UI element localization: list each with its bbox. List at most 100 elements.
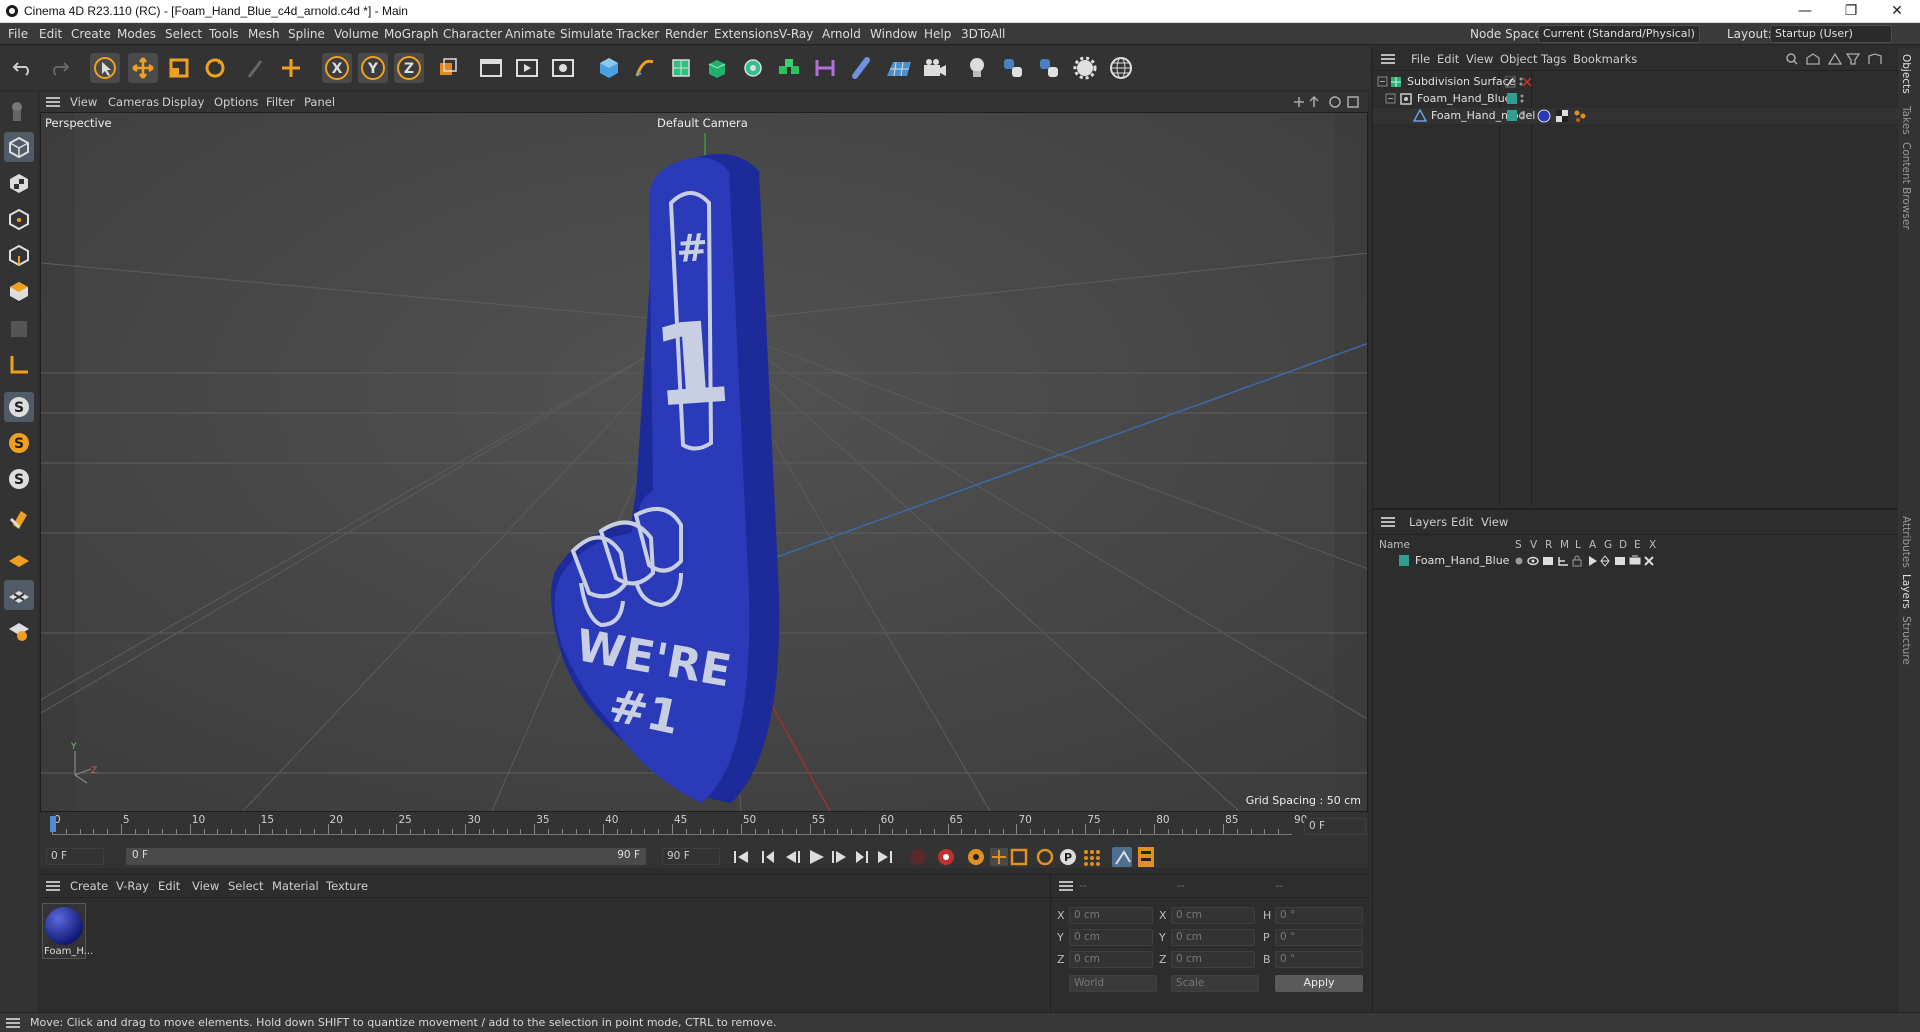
coord-pos-z-field[interactable]: 0 cm <box>1069 951 1153 968</box>
layer-color-icon[interactable] <box>1399 555 1409 566</box>
object-row-foam-hand-model[interactable]: Foam_Hand_model <box>1373 108 1899 124</box>
make-editable-icon[interactable] <box>4 96 34 126</box>
viewport-menu-panel[interactable]: Panel <box>304 95 335 109</box>
layer-menu-view[interactable]: View <box>1481 515 1508 529</box>
model-mode-icon[interactable] <box>4 132 34 162</box>
coord-rot-b-field[interactable]: 0 ° <box>1275 951 1363 968</box>
points-mode-icon[interactable] <box>4 204 34 234</box>
obj-menu-tags[interactable]: Tags <box>1541 52 1566 66</box>
apply-button[interactable]: Apply <box>1275 975 1363 992</box>
menu-render[interactable]: Render <box>665 27 708 41</box>
start-frame-field[interactable]: 0 F <box>46 848 104 865</box>
layer-menu-edit[interactable]: Edit <box>1451 515 1473 529</box>
menu-edit[interactable]: Edit <box>39 27 62 41</box>
cube-icon[interactable] <box>594 53 624 83</box>
python2-icon[interactable] <box>1034 53 1064 83</box>
material-menu-icon[interactable] <box>46 881 60 891</box>
camera-label[interactable]: Default Camera <box>657 116 748 130</box>
viewport-menu-view[interactable]: View <box>70 95 97 109</box>
obj-menu-object[interactable]: Object <box>1500 52 1537 66</box>
camera-icon[interactable] <box>920 53 950 83</box>
edges-mode-icon[interactable] <box>4 240 34 270</box>
layer-col-e[interactable]: E <box>1634 539 1641 551</box>
frame-range-slider[interactable]: 0 F 90 F <box>126 848 646 865</box>
live-select-icon[interactable] <box>240 53 270 83</box>
tab-takes[interactable]: Takes <box>1900 106 1912 135</box>
node-space-select[interactable]: Current (Standard/Physical) <box>1538 25 1700 43</box>
scale-icon[interactable] <box>164 53 194 83</box>
grid-floor-icon[interactable] <box>4 544 34 574</box>
coords-menu-icon[interactable] <box>1059 881 1073 891</box>
menu-extensions[interactable]: Extensions <box>714 27 779 41</box>
mat-menu-vray[interactable]: V-Ray <box>116 879 149 893</box>
render-region-icon[interactable] <box>476 53 506 83</box>
menu-window[interactable]: Window <box>870 27 917 41</box>
menu-help[interactable]: Help <box>924 27 951 41</box>
layer-col-name[interactable]: Name <box>1379 539 1410 551</box>
select-cursor-icon[interactable] <box>90 53 120 83</box>
gear-icon[interactable] <box>1070 53 1100 83</box>
subdivision-icon[interactable] <box>666 53 696 83</box>
layers-menu-icon[interactable] <box>1381 517 1395 527</box>
tab-layers[interactable]: Layers <box>1900 574 1912 609</box>
layer-col-d[interactable]: D <box>1619 539 1627 551</box>
mograph-icon[interactable] <box>774 53 804 83</box>
menu-select[interactable]: Select <box>165 27 202 41</box>
layer-col-s[interactable]: S <box>1515 539 1522 551</box>
undo-icon[interactable] <box>8 53 38 83</box>
current-frame-field[interactable]: 0 F <box>1304 818 1366 835</box>
menu-simulate[interactable]: Simulate <box>560 27 613 41</box>
cloner-icon[interactable] <box>738 53 768 83</box>
material-swatch[interactable]: Foam_H... <box>42 903 93 959</box>
mat-menu-create[interactable]: Create <box>70 879 108 893</box>
extrude-icon[interactable] <box>702 53 732 83</box>
snap-mode-icon[interactable]: S <box>4 464 34 494</box>
menu-vray[interactable]: V-Ray <box>779 27 813 41</box>
end-frame-field[interactable]: 90 F <box>662 848 720 865</box>
menu-mesh[interactable]: Mesh <box>248 27 280 41</box>
python-icon[interactable] <box>998 53 1028 83</box>
viewport-menu-options[interactable]: Options <box>214 95 258 109</box>
coord-pos-x-field[interactable]: 0 cm <box>1069 907 1153 924</box>
snap-settings-icon[interactable]: S <box>4 428 34 458</box>
layer-col-r[interactable]: R <box>1545 539 1552 551</box>
tab-structure[interactable]: Structure <box>1900 616 1912 665</box>
snap-icon[interactable]: S <box>4 392 34 422</box>
timeline-ruler[interactable]: 0 5 10 15 20 25 30 35 40 45 50 55 60 65 70 75 80 85 90 0 F <box>40 812 1368 846</box>
viewport-menu-display[interactable]: Display <box>162 95 204 109</box>
z-axis-lock-icon[interactable]: Z <box>394 53 424 83</box>
layer-menu-layers[interactable]: Layers <box>1409 515 1447 529</box>
obj-menu-view[interactable]: View <box>1466 52 1493 66</box>
layer-row[interactable]: Foam_Hand_Blue <box>1373 553 1899 569</box>
layout-select[interactable]: Startup (User) <box>1770 25 1892 43</box>
coord-space-select[interactable]: World <box>1069 975 1157 992</box>
globe-icon[interactable] <box>1106 53 1136 83</box>
render-view-icon[interactable] <box>512 53 542 83</box>
tab-content-browser[interactable]: Content Browser <box>1900 142 1912 230</box>
layer-col-a[interactable]: A <box>1589 539 1596 551</box>
checker-floor-icon[interactable] <box>4 580 34 610</box>
coordinate-system-icon[interactable] <box>432 53 462 83</box>
viewport-menu-icon[interactable] <box>46 97 60 107</box>
uv-mode-icon[interactable] <box>4 314 34 344</box>
tab-attributes[interactable]: Attributes <box>1900 516 1912 568</box>
obj-menu-file[interactable]: File <box>1411 52 1430 66</box>
mat-menu-edit[interactable]: Edit <box>158 879 180 893</box>
viewport-menu-cameras[interactable]: Cameras <box>108 95 159 109</box>
layer-col-m[interactable]: M <box>1560 539 1569 551</box>
menu-arnold[interactable]: Arnold <box>822 27 861 41</box>
x-axis-lock-icon[interactable]: X <box>322 53 352 83</box>
redo-icon[interactable] <box>44 53 74 83</box>
rotate-icon[interactable] <box>200 53 230 83</box>
menu-create[interactable]: Create <box>71 27 111 41</box>
move-axis-icon[interactable] <box>276 53 306 83</box>
menu-spline[interactable]: Spline <box>288 27 325 41</box>
status-menu-icon[interactable] <box>6 1018 20 1028</box>
3d-viewport[interactable]: # 1 WE'RE #1 Y Z Perspective Default Cam… <box>40 112 1368 812</box>
floor-icon[interactable] <box>884 53 914 83</box>
workplane-icon[interactable] <box>4 350 34 380</box>
object-row-subdivision[interactable]: Subdivision Surface <box>1373 74 1899 90</box>
close-button[interactable]: ✕ <box>1874 0 1920 22</box>
light-icon[interactable] <box>962 53 992 83</box>
viewport-menu-filter[interactable]: Filter <box>266 95 294 109</box>
